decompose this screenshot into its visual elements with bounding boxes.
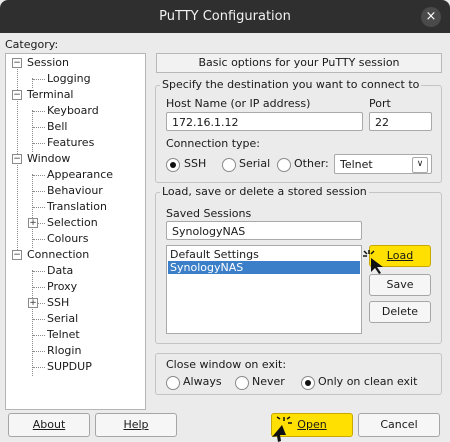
host-input[interactable]: 172.16.1.12 [166,112,363,131]
tree-item-session[interactable]: Session [27,55,69,71]
tree-line [33,335,45,336]
tree-item-features[interactable]: Features [47,135,94,151]
collapse-icon[interactable]: − [12,58,22,68]
collapse-icon[interactable]: − [12,90,22,100]
tree-line [33,127,45,128]
tree-line [38,303,45,304]
putty-window: PuTTY Configuration × Category: − Sessio… [0,0,450,442]
save-button[interactable]: Save [369,274,431,296]
tree-line [33,79,45,80]
close-on-exit-group: Close window on exit: Always Never Only … [155,353,442,395]
clean-exit-radio[interactable] [301,376,315,390]
about-button-label: About [32,418,66,431]
destination-legend: Specify the destination you want to conn… [160,78,422,91]
ssh-radio[interactable] [166,158,180,172]
tree-item-telnet[interactable]: Telnet [47,327,80,343]
ssh-radio-label[interactable]: SSH [184,157,206,170]
tree-line [33,351,45,352]
tree-line [32,174,33,248]
tree-item-rlogin[interactable]: Rlogin [47,343,81,359]
tree-line [38,223,45,224]
collapse-icon[interactable]: − [12,250,22,260]
expand-icon[interactable]: + [28,298,38,308]
panel-header: Basic options for your PuTTY session [156,53,442,73]
tree-line [33,111,45,112]
save-button-label: Save [386,278,414,291]
tree-line [33,287,45,288]
saved-sessions-label: Saved Sessions [166,207,252,220]
tree-item-selection[interactable]: Selection [47,215,98,231]
never-radio[interactable] [235,376,249,390]
tree-line [33,367,45,368]
tree-line [33,239,45,240]
sessions-legend: Load, save or delete a stored session [160,185,369,198]
tree-item-proxy[interactable]: Proxy [47,279,77,295]
tree-item-colours[interactable]: Colours [47,231,88,247]
other-radio-label[interactable]: Other: [294,157,329,170]
category-tree[interactable]: − Session Logging − Terminal Keyboard Be… [5,53,146,410]
click-burst-icon [363,250,383,274]
tree-item-appearance[interactable]: Appearance [47,167,113,183]
window-title: PuTTY Configuration [159,9,291,24]
tree-item-bell[interactable]: Bell [47,119,67,135]
cancel-button-label: Cancel [380,418,418,431]
delete-button[interactable]: Delete [369,301,431,323]
click-burst-icon [272,416,292,442]
serial-radio-label[interactable]: Serial [239,157,270,170]
cancel-button[interactable]: Cancel [358,413,440,437]
delete-button-label: Delete [381,305,419,318]
conn-type-label: Connection type: [166,137,261,150]
close-icon[interactable]: × [421,7,441,27]
list-item[interactable]: Default Settings [168,248,360,261]
tree-item-ssh[interactable]: SSH [47,295,69,311]
tree-line [32,110,33,152]
host-label: Host Name (or IP address) [166,97,311,110]
help-button-label: Help [123,418,149,431]
tree-item-translation[interactable]: Translation [47,199,107,215]
chevron-down-icon[interactable]: ∨ [412,157,428,173]
tree-item-window[interactable]: Window [27,151,70,167]
always-radio-label[interactable]: Always [183,375,222,388]
expand-icon[interactable]: + [28,218,38,228]
saved-sessions-input[interactable]: SynologyNAS [166,221,362,240]
tree-item-data[interactable]: Data [47,263,73,279]
tree-item-logging[interactable]: Logging [47,71,91,87]
tree-item-behaviour[interactable]: Behaviour [47,183,103,199]
other-protocol-select[interactable]: Telnet ∨ [334,154,432,174]
category-label: Category: [5,38,59,51]
about-button[interactable]: About [8,413,90,437]
title-bar: PuTTY Configuration × [0,0,450,33]
tree-item-connection[interactable]: Connection [27,247,89,263]
open-button-label: Open [297,418,327,431]
load-button-label: Load [386,249,414,262]
destination-group: Specify the destination you want to conn… [155,78,442,183]
always-radio[interactable] [166,376,180,390]
sessions-group: Load, save or delete a stored session Sa… [155,185,442,344]
tree-item-terminal[interactable]: Terminal [27,87,74,103]
help-button[interactable]: Help [95,413,177,437]
tree-line [33,191,45,192]
tree-line [33,319,45,320]
serial-radio[interactable] [222,158,236,172]
tree-line [33,207,45,208]
list-item[interactable]: SynologyNAS [168,261,360,274]
never-radio-label[interactable]: Never [252,375,285,388]
close-on-exit-legend: Close window on exit: [166,358,287,371]
tree-line [33,143,45,144]
tree-line [33,271,45,272]
clean-exit-radio-label[interactable]: Only on clean exit [318,375,417,388]
tree-line [32,270,33,376]
tree-item-keyboard[interactable]: Keyboard [47,103,99,119]
other-protocol-value: Telnet [340,158,373,171]
port-input[interactable]: 22 [369,112,432,131]
tree-line [33,175,45,176]
collapse-icon[interactable]: − [12,154,22,164]
tree-item-serial[interactable]: Serial [47,311,78,327]
other-radio[interactable] [277,158,291,172]
sessions-list[interactable]: Default Settings SynologyNAS [166,245,362,334]
port-label: Port [369,97,391,110]
tree-item-supdup[interactable]: SUPDUP [47,359,92,375]
